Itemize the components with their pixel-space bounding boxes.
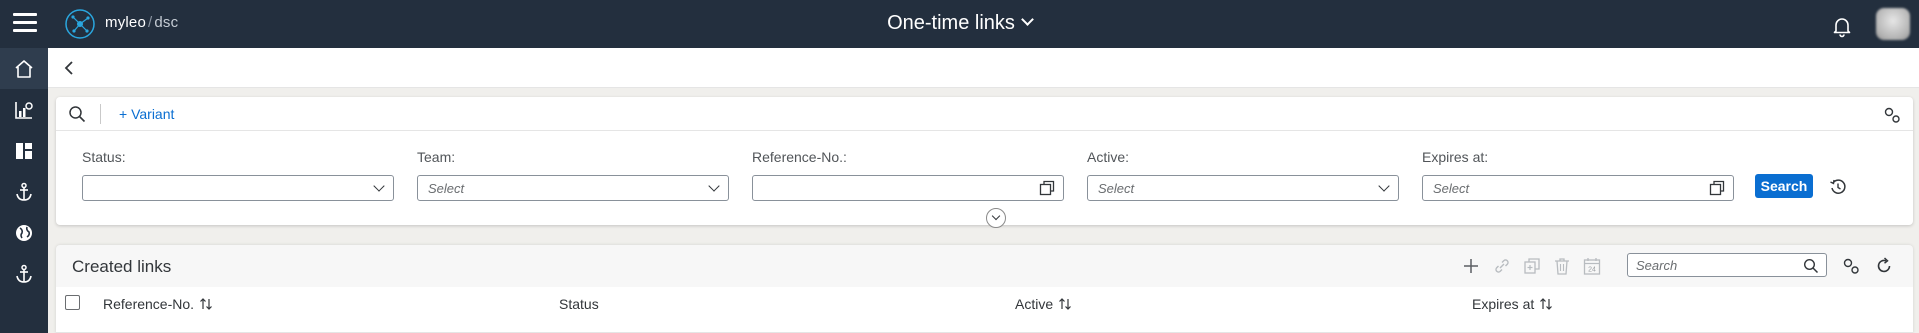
chevron-down-icon[interactable] bbox=[708, 180, 720, 192]
column-label: Expires at bbox=[1472, 296, 1535, 312]
settings-icon[interactable] bbox=[1883, 106, 1901, 124]
filter-bar-header: + Variant bbox=[56, 97, 1913, 131]
sort-icon[interactable] bbox=[199, 297, 213, 311]
chevron-down-icon bbox=[1021, 13, 1034, 26]
link-icon[interactable] bbox=[1492, 256, 1512, 276]
column-label: Status bbox=[559, 296, 599, 312]
page-title[interactable]: One-time links bbox=[0, 12, 1919, 35]
anchor-icon bbox=[16, 264, 32, 283]
analytics-icon bbox=[15, 101, 33, 119]
column-label: Active bbox=[1015, 296, 1054, 312]
collapse-filter-button[interactable] bbox=[986, 208, 1006, 228]
chevron-down-icon[interactable] bbox=[1378, 180, 1390, 192]
team-select[interactable]: Select bbox=[417, 175, 729, 201]
team-label: Team: bbox=[417, 149, 456, 165]
reference-no-label: Reference-No.: bbox=[752, 149, 847, 165]
avatar[interactable] bbox=[1876, 8, 1910, 40]
nav-item-dashboard[interactable] bbox=[0, 130, 48, 171]
back-arrow-icon[interactable] bbox=[62, 60, 78, 76]
anchor-icon bbox=[16, 182, 32, 201]
delete-icon[interactable] bbox=[1552, 256, 1572, 276]
divider bbox=[100, 104, 101, 124]
nav-item-analytics[interactable] bbox=[0, 89, 48, 130]
sort-icon[interactable] bbox=[1539, 297, 1553, 311]
team-placeholder: Select bbox=[428, 181, 465, 196]
top-bar: myleo / dsc One-time links bbox=[0, 0, 1919, 48]
calendar-day: 24 bbox=[1588, 267, 1596, 274]
active-select[interactable]: Select bbox=[1087, 175, 1399, 201]
sort-icon[interactable] bbox=[1058, 297, 1072, 311]
active-placeholder: Select bbox=[1098, 181, 1135, 196]
home-icon bbox=[15, 59, 33, 78]
expires-at-input[interactable]: Select bbox=[1422, 175, 1734, 201]
reference-no-input[interactable] bbox=[752, 175, 1064, 201]
column-expires-at[interactable]: Expires at bbox=[1472, 296, 1553, 312]
status-label: Status: bbox=[82, 149, 126, 165]
chevron-down-icon[interactable] bbox=[373, 180, 385, 192]
status-select[interactable] bbox=[82, 175, 394, 201]
add-variant-link[interactable]: + Variant bbox=[119, 106, 174, 122]
nav-item-anchor[interactable] bbox=[0, 171, 48, 212]
value-help-icon[interactable] bbox=[1709, 180, 1725, 196]
globe-icon bbox=[16, 224, 32, 241]
nav-item-globe[interactable] bbox=[0, 212, 48, 253]
dashboard-icon bbox=[16, 142, 32, 159]
table-search-input[interactable] bbox=[1636, 257, 1796, 273]
back-row bbox=[48, 48, 1919, 88]
expires-at-label: Expires at: bbox=[1422, 149, 1489, 165]
refresh-icon[interactable] bbox=[1874, 256, 1894, 276]
column-active[interactable]: Active bbox=[1015, 296, 1072, 312]
side-nav bbox=[0, 48, 48, 333]
table-settings-icon[interactable] bbox=[1841, 256, 1861, 276]
copy-icon[interactable] bbox=[1522, 256, 1542, 276]
search-icon[interactable] bbox=[1803, 258, 1819, 274]
calendar-icon[interactable]: 24 bbox=[1582, 256, 1602, 276]
search-button[interactable]: Search bbox=[1755, 174, 1813, 198]
column-reference-no[interactable]: Reference-No. bbox=[103, 296, 213, 312]
add-icon[interactable] bbox=[1461, 256, 1481, 276]
select-all-checkbox[interactable] bbox=[65, 295, 80, 310]
bell-icon[interactable] bbox=[1830, 14, 1854, 38]
table-header: Reference-No. Status Active Expires at bbox=[56, 287, 1913, 333]
table-title: Created links bbox=[72, 257, 172, 276]
table-search-field[interactable] bbox=[1627, 253, 1827, 277]
active-label: Active: bbox=[1087, 149, 1130, 165]
column-label: Reference-No. bbox=[103, 296, 195, 312]
value-help-icon[interactable] bbox=[1039, 180, 1055, 196]
nav-item-home[interactable] bbox=[0, 48, 48, 89]
column-status[interactable]: Status bbox=[559, 296, 599, 312]
page-title-text: One-time links bbox=[887, 12, 1015, 34]
reset-icon[interactable] bbox=[1829, 178, 1847, 196]
filter-bar: + Variant Status: Team: Select Reference… bbox=[56, 97, 1913, 225]
expires-at-placeholder: Select bbox=[1433, 181, 1470, 196]
nav-item-anchor-2[interactable] bbox=[0, 253, 48, 294]
created-links-table: Created links 24 Reference-No. Status Ac… bbox=[56, 245, 1913, 333]
search-icon[interactable] bbox=[68, 105, 86, 123]
